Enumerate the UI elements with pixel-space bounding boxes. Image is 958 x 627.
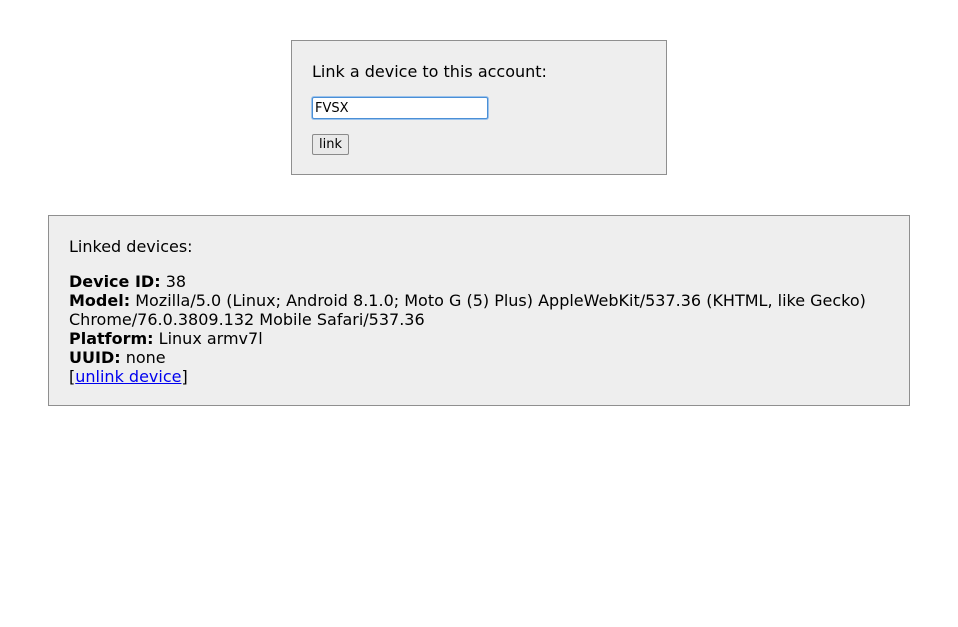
device-uuid-label: UUID: <box>69 348 121 367</box>
device-model-row: Model: Mozilla/5.0 (Linux; Android 8.1.0… <box>69 291 889 329</box>
device-platform-label: Platform: <box>69 329 154 348</box>
device-id-value: 38 <box>165 272 187 291</box>
unlink-device-link[interactable]: unlink device <box>75 367 181 386</box>
device-model-value: Mozilla/5.0 (Linux; Android 8.1.0; Moto … <box>69 291 866 329</box>
device-platform-row: Platform: Linux armv7l <box>69 329 889 348</box>
link-button[interactable]: link <box>312 134 349 155</box>
linked-devices-heading: Linked devices: <box>69 237 193 256</box>
device-uuid-row: UUID: none <box>69 348 889 367</box>
unlink-close-bracket: ] <box>181 367 188 386</box>
link-device-panel: Link a device to this account: link <box>291 40 667 175</box>
device-id-label: Device ID: <box>69 272 161 291</box>
device-uuid-value: none <box>125 348 166 367</box>
device-id-row: Device ID: 38 <box>69 272 889 291</box>
linked-devices-panel: Linked devices: Device ID: 38 Model: Moz… <box>48 215 910 406</box>
link-device-prompt: Link a device to this account: <box>312 62 547 81</box>
unlink-row: [unlink device] <box>69 367 889 386</box>
device-platform-value: Linux armv7l <box>158 329 263 348</box>
device-code-input[interactable] <box>312 97 488 119</box>
device-model-label: Model: <box>69 291 131 310</box>
device-entry: Device ID: 38 Model: Mozilla/5.0 (Linux;… <box>69 272 889 386</box>
